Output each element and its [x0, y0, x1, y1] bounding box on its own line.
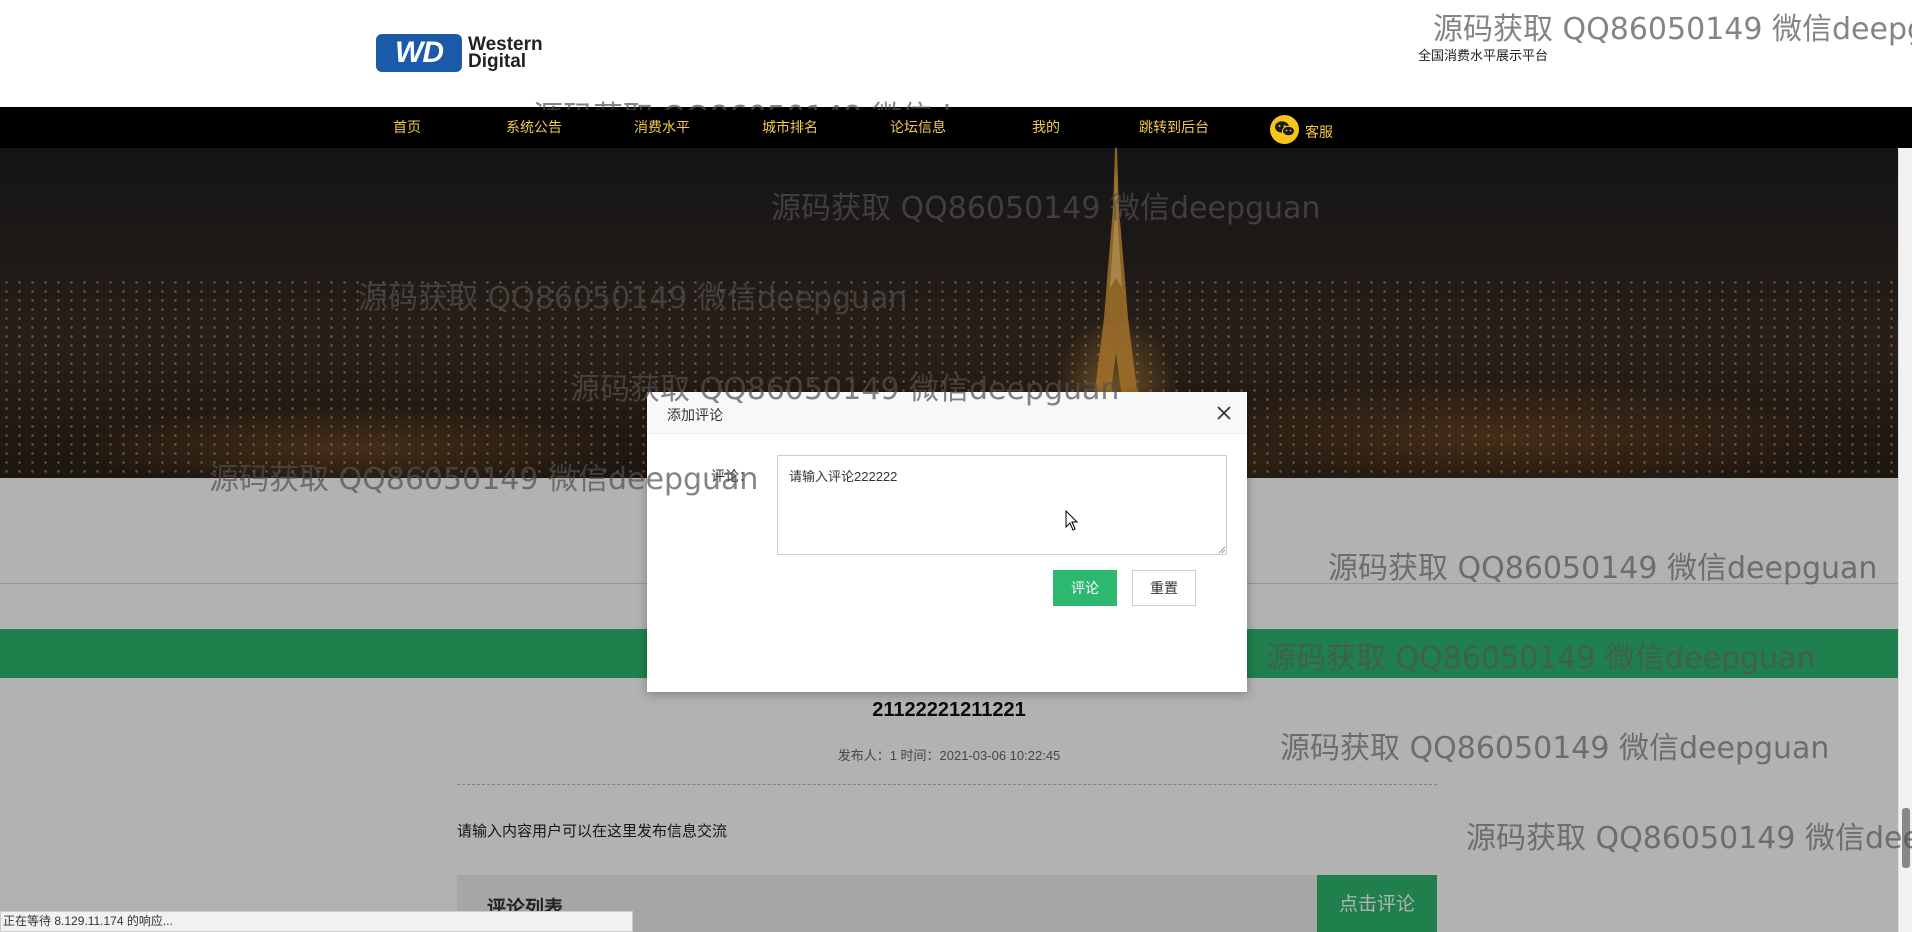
customer-service-link[interactable]: 客服 — [1270, 113, 1333, 145]
submit-comment-button[interactable]: 评论 — [1053, 570, 1117, 606]
main-nav: 首页 系统公告 消费水平 城市排名 论坛信息 我的 跳转到后台 客服 — [0, 107, 1912, 148]
watermark: 源码获取 QQ86050149 微信deepguan — [1328, 551, 1878, 586]
add-comment-dialog: 添加评论 评论： 请输入评论222222 评论 重置 — [647, 392, 1247, 692]
nav-item-admin[interactable]: 跳转到后台 — [1128, 107, 1220, 148]
customer-service-label: 客服 — [1305, 124, 1333, 140]
watermark: 源码获取 QQ86050149 微信deepguan — [1280, 731, 1830, 766]
nav-item-mine[interactable]: 我的 — [1020, 107, 1072, 148]
nav-item-home[interactable]: 首页 — [376, 107, 438, 148]
watermark: 源码获取 QQ86050149 微信deepguan — [771, 191, 1321, 226]
western-digital-logo[interactable]: WD Western Digital — [376, 34, 543, 72]
browser-status-bar: 正在等待 8.129.11.174 的响应... — [0, 911, 633, 932]
watermark: 源码获取 QQ86050149 微信deepguan — [533, 92, 1082, 110]
logo-wordmark: Western Digital — [468, 35, 543, 72]
nav-item-announcements[interactable]: 系统公告 — [496, 107, 572, 148]
watermark: 源码获取 QQ86050149 微信dee — [1466, 821, 1912, 856]
watermark: 源码获取 QQ86050149 微信deepguan — [570, 372, 1120, 407]
resize-grip-icon[interactable] — [1217, 545, 1226, 554]
watermark: 源码获取 QQ86050149 微信deepguan — [1266, 641, 1816, 676]
watermark: 源码获取 QQ86050149 微信deepguan — [209, 462, 759, 497]
nav-item-consumption[interactable]: 消费水平 — [624, 107, 700, 148]
wechat-icon — [1270, 114, 1299, 144]
close-icon[interactable] — [1215, 404, 1233, 422]
nav-item-city-ranking[interactable]: 城市排名 — [752, 107, 828, 148]
logo-badge: WD — [376, 34, 462, 72]
watermark: 源码获取 QQ86050149 微信deepguan — [358, 281, 908, 316]
logo-line-2: Digital — [468, 51, 527, 72]
nav-item-forum[interactable]: 论坛信息 — [880, 107, 956, 148]
watermark: 源码获取 QQ86050149 微信deepg — [1433, 12, 1912, 47]
dialog-title: 添加评论 — [667, 407, 723, 423]
comment-textarea[interactable]: 请输入评论222222 — [777, 455, 1227, 555]
reset-button[interactable]: 重置 — [1132, 570, 1196, 606]
mouse-cursor-icon — [1065, 510, 1079, 531]
